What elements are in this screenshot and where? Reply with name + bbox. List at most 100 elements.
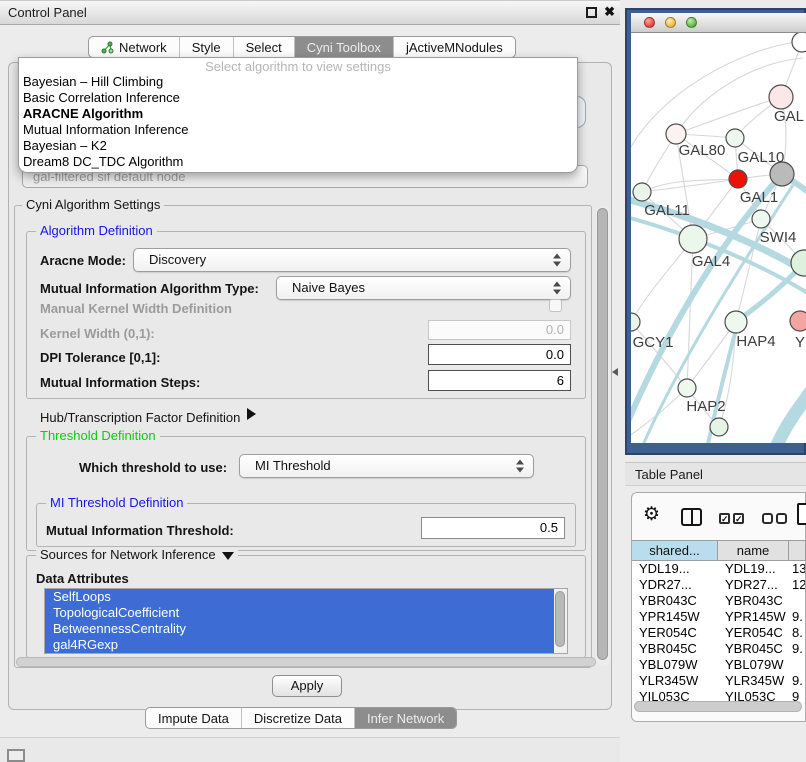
node-label: GAL10 (738, 149, 785, 166)
kernel-width-field[interactable]: 0.0 (428, 320, 571, 340)
minimized-window-icon[interactable] (7, 749, 25, 762)
cell-shared-name: YLR345W (632, 673, 718, 689)
unchecked-box-icon (776, 513, 787, 524)
stepper-icon (516, 460, 525, 473)
dropdown-item-bayesian-k2[interactable]: Bayesian – K2 (19, 138, 577, 154)
dropdown-item-basic-correlation[interactable]: Basic Correlation Inference (19, 90, 577, 106)
aracne-mode-combo[interactable]: Discovery (133, 248, 571, 272)
table-row[interactable]: YIL053C YIL053C 9 (632, 689, 805, 701)
node-bottom[interactable] (710, 418, 728, 436)
column-header-name[interactable]: name (718, 541, 789, 560)
cell-shared-name: YIL053C (632, 689, 718, 701)
table-row[interactable]: YBL079W YBL079W (632, 657, 805, 673)
tab-impute-data[interactable]: Impute Data (146, 708, 242, 728)
table-horizontal-scrollbar[interactable] (634, 701, 802, 712)
table-row[interactable]: YPR145W YPR145W 9. (632, 609, 805, 625)
tab-cyni-toolbox[interactable]: Cyni Toolbox (295, 37, 394, 57)
dpi-tolerance-field[interactable]: 0.0 (428, 344, 571, 365)
settings-horizontal-scrollbar[interactable] (16, 657, 596, 667)
table-row[interactable]: YDL19... YDL19... 13 (632, 561, 805, 577)
dropdown-item-aracne[interactable]: ARACNE Algorithm (19, 106, 577, 122)
node-gal1[interactable] (729, 170, 747, 188)
deselect-all-checkboxes-icon[interactable] (762, 513, 787, 524)
tab-discretize-data[interactable]: Discretize Data (242, 708, 355, 728)
collapse-panel-arrow-icon[interactable] (612, 368, 618, 376)
cell-shared-name: YER054C (632, 625, 718, 641)
cell-extra: 9. (789, 609, 805, 625)
collapse-down-icon[interactable] (222, 552, 234, 560)
apply-button[interactable]: Apply (272, 675, 342, 697)
minimize-traffic-light-icon[interactable] (665, 17, 676, 28)
mi-algorithm-type-combo[interactable]: Naive Bayes (276, 276, 571, 300)
settings-scrollbar-thumb[interactable] (597, 208, 608, 660)
dpi-tolerance-label: DPI Tolerance [0,1]: (40, 350, 160, 365)
which-threshold-combo[interactable]: MI Threshold (239, 454, 534, 478)
cell-name: YBR043C (718, 593, 789, 609)
mi-threshold-field[interactable]: 0.5 (421, 517, 565, 539)
dropdown-item-dream8[interactable]: Dream8 DC_TDC Algorithm (19, 154, 577, 170)
column-header-shared-name[interactable]: shared... (632, 541, 718, 560)
node-label: GAL1 (740, 189, 778, 206)
column-header-extra[interactable] (789, 541, 806, 560)
list-scrollbar-thumb[interactable] (555, 591, 565, 647)
list-item-topologicalcoefficient[interactable]: TopologicalCoefficient (45, 605, 554, 621)
tab-infer-network[interactable]: Infer Network (355, 708, 456, 728)
list-item-betweennesscentrality[interactable]: BetweennessCentrality (45, 621, 554, 637)
node-gcy1[interactable] (631, 313, 640, 331)
table-row[interactable]: YBR043C YBR043C (632, 593, 805, 609)
mi-steps-field[interactable]: 6 (428, 370, 571, 391)
tab-infer-network-label: Infer Network (367, 708, 444, 729)
node-gal10[interactable] (726, 129, 744, 147)
list-scrollbar[interactable] (554, 589, 567, 653)
node-hap4[interactable] (725, 311, 747, 333)
cell-name: YBR045C (718, 641, 789, 657)
node-swi4[interactable] (752, 210, 770, 228)
node-hap2[interactable] (678, 379, 696, 397)
columns-icon[interactable] (681, 508, 702, 526)
threshold-definition-title: Threshold Definition (36, 429, 160, 443)
document-icon[interactable] (797, 503, 806, 525)
node-gal80[interactable] (666, 124, 686, 144)
screen: Control Panel ✖ Network Style Select (0, 0, 806, 762)
tab-select[interactable]: Select (234, 37, 295, 57)
mi-steps-label: Mutual Information Steps: (40, 375, 200, 390)
table-row[interactable]: YBR045C YBR045C 9. (632, 641, 805, 657)
close-traffic-light-icon[interactable] (644, 17, 655, 28)
control-panel-titlebar: Control Panel ✖ (0, 0, 620, 25)
cell-name: YPR145W (718, 609, 789, 625)
aracne-mode-label: Aracne Mode: (40, 253, 126, 268)
node-gal4[interactable] (679, 225, 707, 253)
tab-jactivemnodules[interactable]: jActiveMNodules (394, 37, 515, 57)
table-rows: YDL19... YDL19... 13 YDR27... YDR27... 1… (632, 561, 805, 701)
tab-network[interactable]: Network (89, 37, 180, 57)
table-row[interactable]: YDR27... YDR27... 12 (632, 577, 805, 593)
tab-style[interactable]: Style (180, 37, 234, 57)
table-row[interactable]: YER054C YER054C 8. (632, 625, 805, 641)
list-item-gal4rgexp[interactable]: gal4RGexp (45, 637, 554, 653)
node-top-partial[interactable] (792, 33, 806, 52)
bottom-tabbar: Impute Data Discretize Data Infer Networ… (145, 707, 457, 729)
gear-icon[interactable]: ⚙ (643, 504, 660, 526)
manual-kernel-width-checkbox[interactable] (549, 299, 562, 312)
node-gal11[interactable] (633, 183, 651, 201)
node-pink-right[interactable] (790, 311, 806, 331)
zoom-traffic-light-icon[interactable] (686, 17, 697, 28)
node-gal7[interactable] (769, 85, 793, 109)
node-label: SWI4 (760, 229, 797, 246)
cell-shared-name: YBR045C (632, 641, 718, 657)
settings-scrollbar[interactable] (596, 206, 610, 666)
mi-threshold-label: Mutual Information Threshold: (46, 523, 234, 538)
dropdown-item-bayesian-hill-climbing[interactable]: Bayesian – Hill Climbing (19, 74, 577, 90)
close-window-icon[interactable]: ✖ (604, 4, 615, 20)
expand-right-icon[interactable] (247, 408, 256, 420)
cell-shared-name: YDL19... (632, 561, 718, 577)
stepper-icon (553, 282, 562, 295)
float-window-icon[interactable] (586, 7, 597, 18)
network-canvas[interactable]: GAL GAL80 GAL10 GAL1 GAL11 SWI4 GAL4 GCY… (631, 33, 806, 443)
dropdown-item-mutual-information[interactable]: Mutual Information Inference (19, 122, 577, 138)
sources-title-text: Sources for Network Inference (40, 547, 216, 562)
select-all-checkboxes-icon[interactable]: ✓ ✓ (719, 513, 744, 524)
table-row[interactable]: YLR345W YLR345W 9. (632, 673, 805, 689)
network-view-titlebar (631, 13, 806, 33)
list-item-selfloops[interactable]: SelfLoops (45, 589, 554, 605)
